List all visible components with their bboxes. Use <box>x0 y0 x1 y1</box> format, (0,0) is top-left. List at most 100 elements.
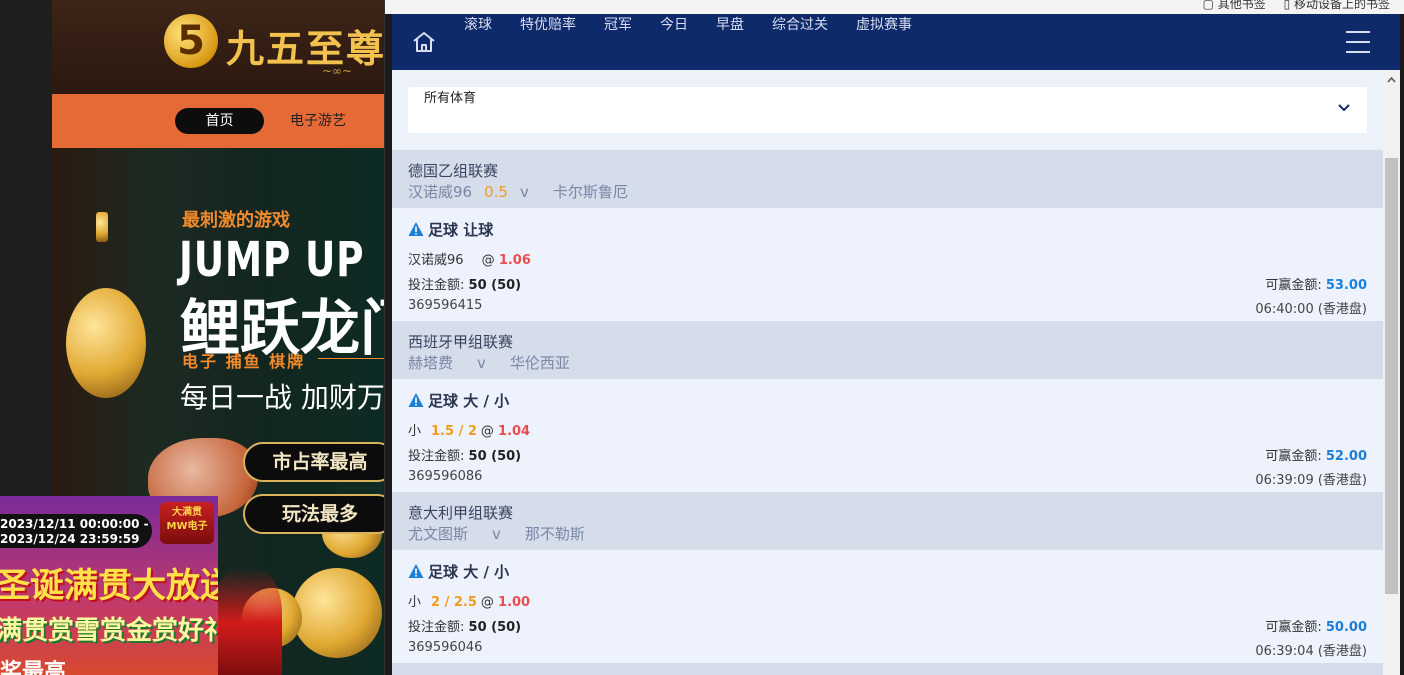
bet-detail: 足球 大 / 小 小 1.5 / 2 @ 1.04 投注金额: 50 (50) 可赢… <box>392 379 1383 492</box>
away-team: 华伦西亚 <box>509 354 570 372</box>
christmas-promo-popup[interactable]: 2023/12/11 00:00:00 - 2023/12/24 23:59:5… <box>0 496 218 675</box>
logo-mark[interactable]: 5 <box>164 14 218 68</box>
promo-bottom-text: 奖最高 <box>0 660 67 675</box>
selection: 小 <box>408 424 422 439</box>
bet-detail: 足球 让球 汉诺威96 @ 1.06 投注金额: 50 (50) 可赢金额: 5… <box>392 208 1383 321</box>
bet-type-label: 足球 大 / 小 <box>428 392 510 410</box>
odds: 1.04 <box>498 424 531 439</box>
versus-label: v <box>519 183 529 201</box>
nav-special-odds[interactable]: 特优赔率 <box>520 14 576 70</box>
match-line: 赫塔费 v 华伦西亚 <box>408 352 570 373</box>
scroll-up-arrow-icon[interactable] <box>1383 74 1400 86</box>
scrollbar[interactable] <box>1383 70 1400 675</box>
banner-divider <box>318 358 385 359</box>
win-label: 可赢金额: <box>1265 449 1322 464</box>
home-team: 汉诺威96 <box>408 183 473 201</box>
league-header-partial <box>392 663 1383 675</box>
selection-handicap: 2 / 2.5 <box>431 595 477 610</box>
promo-date-end: 2023/12/24 23:59:59 <box>0 532 140 546</box>
versus-label: v <box>477 354 486 372</box>
stake-value: 50 (50) <box>468 449 522 464</box>
bet-type: 足球 大 / 小 <box>408 390 509 411</box>
site-nav: 首页 电子游艺 <box>52 94 385 148</box>
mw-badge-top: 大满贯 <box>172 507 202 518</box>
nav-today[interactable]: 今日 <box>660 14 688 70</box>
bet-time: 06:40:00 (香港盘) <box>1255 302 1367 317</box>
home-icon[interactable] <box>412 30 436 54</box>
mw-badge: 大满贯 MW电子 <box>160 502 214 544</box>
nav-outright[interactable]: 冠军 <box>604 14 632 70</box>
coin-decoration <box>96 212 108 242</box>
stake-value: 50 (50) <box>468 278 522 293</box>
site-nav-games[interactable]: 电子游艺 <box>290 108 346 134</box>
bet-time: 06:39:09 (香港盘) <box>1255 473 1367 488</box>
stake-label: 投注金额: <box>408 620 465 635</box>
away-team: 那不勒斯 <box>524 525 585 543</box>
win-line: 可赢金额: 53.00 <box>1265 274 1367 293</box>
league-name: 西班牙甲组联赛 <box>408 333 514 351</box>
win-value: 52.00 <box>1325 449 1367 464</box>
nav-early[interactable]: 早盘 <box>716 14 744 70</box>
odds: 1.06 <box>498 253 531 268</box>
league-name: 德国乙组联赛 <box>408 162 499 180</box>
bookmark-mobile[interactable]: ▯ 移动设备上的书签 <box>1284 0 1390 11</box>
coin-decoration <box>292 568 382 658</box>
league-header: 德国乙组联赛 汉诺威96 0.5 v 卡尔斯鲁厄 <box>392 150 1383 208</box>
league-header: 意大利甲组联赛 尤文图斯 v 那不勒斯 <box>392 492 1383 550</box>
sport-select-value: 所有体育 <box>424 91 477 106</box>
stake-label: 投注金额: <box>408 278 465 293</box>
selection: 汉诺威96 <box>408 253 464 268</box>
banner-market-share-button[interactable]: 市占率最高 <box>243 442 385 482</box>
bookmark-other-label: 其他书签 <box>1217 0 1266 11</box>
match-handicap: 0.5 <box>484 183 508 201</box>
bet-type: 足球 大 / 小 <box>408 561 509 582</box>
bet-id: 369596415 <box>408 298 483 313</box>
bet-type-label: 足球 让球 <box>428 221 494 239</box>
bookmark-other[interactable]: ▢ 其他书签 <box>1203 0 1266 11</box>
bookmark-bar: ▢ 其他书签 ▯ 移动设备上的书签 <box>385 0 1404 14</box>
site-nav-home[interactable]: 首页 <box>175 108 264 134</box>
bet-id: 369596086 <box>408 469 483 484</box>
match-line: 汉诺威96 0.5 v 卡尔斯鲁厄 <box>408 181 628 202</box>
logo-ornament: ~∞~ <box>321 64 353 78</box>
sport-select[interactable]: 所有体育 <box>408 87 1367 133</box>
selection-line: 小2 / 2.5 @ 1.00 <box>408 595 531 610</box>
stake-label: 投注金额: <box>408 449 465 464</box>
mw-badge-bottom: MW电子 <box>166 521 208 532</box>
site-header: 5 九五至尊 ~∞~ <box>52 0 385 94</box>
win-line: 可赢金额: 50.00 <box>1265 616 1367 635</box>
odds: 1.00 <box>498 595 531 610</box>
nav-parlay[interactable]: 综合过关 <box>772 14 828 70</box>
bookmark-mobile-label: 移动设备上的书签 <box>1293 0 1390 11</box>
warning-icon <box>408 564 424 578</box>
warning-icon <box>408 393 424 407</box>
stake-line: 投注金额: 50 (50) <box>408 445 521 464</box>
win-label: 可赢金额: <box>1265 620 1322 635</box>
banner-subtitle: 最刺激的游戏 <box>182 210 290 231</box>
logo-text[interactable]: 九五至尊 <box>226 18 385 73</box>
promo-subtitle: 满贯赏雪赏金赏好礼 <box>0 616 218 646</box>
promo-dates: 2023/12/11 00:00:00 - 2023/12/24 23:59:5… <box>0 514 152 548</box>
banner-most-games-button[interactable]: 玩法最多 <box>243 494 385 534</box>
banner-slogan: 每日一战 加财万 <box>180 381 385 414</box>
banner-tags: 电子 捕鱼 棋牌 <box>182 352 306 371</box>
bet-list: 德国乙组联赛 汉诺威96 0.5 v 卡尔斯鲁厄 足球 让球 汉诺威96 @ 1.06… <box>392 150 1383 675</box>
nav-live[interactable]: 滚球 <box>464 14 492 70</box>
match-line: 尤文图斯 v 那不勒斯 <box>408 523 585 544</box>
bet-detail: 足球 大 / 小 小2 / 2.5 @ 1.00 投注金额: 50 (50) 可赢… <box>392 550 1383 663</box>
stake-value: 50 (50) <box>468 620 522 635</box>
background-website: 5 九五至尊 ~∞~ 首页 电子游艺 最刺激的游戏 JUMP UP 鲤跃龙门 电… <box>0 0 385 675</box>
league-name: 意大利甲组联赛 <box>408 504 514 522</box>
selection: 小 <box>408 595 422 610</box>
scrollbar-thumb[interactable] <box>1385 158 1398 594</box>
hamburger-menu-icon[interactable] <box>1346 31 1370 53</box>
bet-type-label: 足球 大 / 小 <box>428 563 510 581</box>
fire-decoration <box>212 568 282 675</box>
selection-line: 小 1.5 / 2 @ 1.04 <box>408 424 531 439</box>
nav-virtual[interactable]: 虚拟赛事 <box>856 14 912 70</box>
stake-line: 投注金额: 50 (50) <box>408 274 521 293</box>
bet-id: 369596046 <box>408 640 483 655</box>
league-header: 西班牙甲组联赛 赫塔费 v 华伦西亚 <box>392 321 1383 379</box>
win-label: 可赢金额: <box>1265 278 1322 293</box>
coin-decoration <box>66 288 146 398</box>
